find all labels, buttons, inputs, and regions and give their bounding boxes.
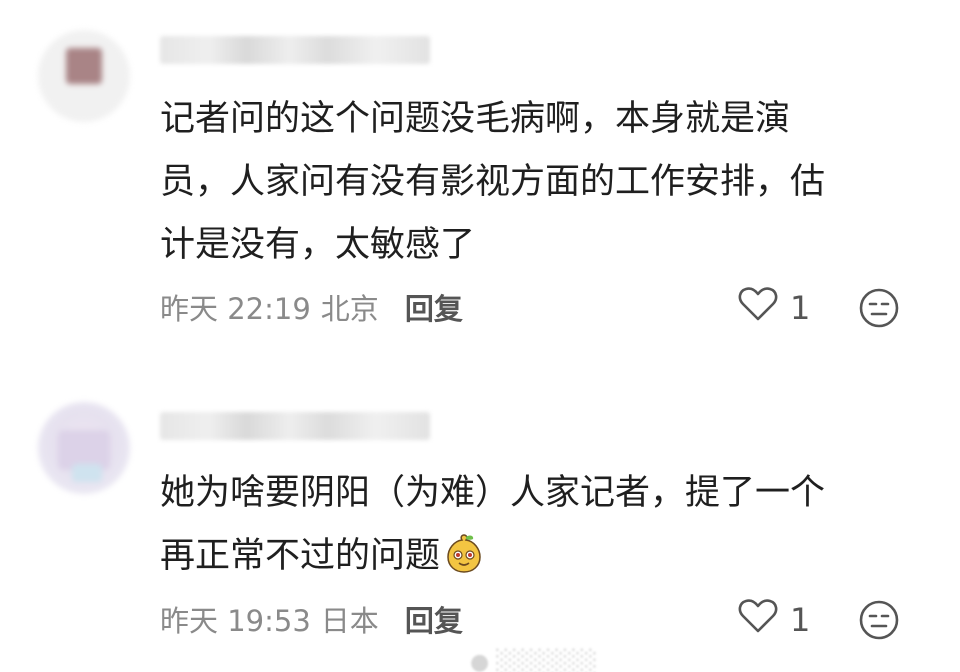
like-button[interactable]: 1 [738,286,810,330]
heart-icon [738,598,790,642]
comment-line: 再正常不过的问题 [160,525,900,594]
avatar[interactable] [38,30,130,122]
reply-button[interactable]: 回复 [405,598,463,640]
comment-time: 昨天 22:19 [160,292,311,326]
comment-location: 北京 [320,292,379,326]
emoji-reaction-button[interactable] [858,599,900,645]
like-count: 1 [790,601,811,639]
emoji-reaction-button[interactable] [858,287,900,333]
comment-feed: 记者问的这个问题没毛病啊，本身就是演 员，人家问有没有影视方面的工作安排，估 计… [0,0,960,672]
like-button[interactable]: 1 [738,598,810,642]
heart-icon [738,286,790,330]
comment-time: 昨天 19:53 [160,604,311,638]
comment-line: 她为啥要阴阳（为难）人家记者，提了一个 [160,473,826,513]
like-count: 1 [790,289,811,327]
reply-button[interactable]: 回复 [405,286,463,328]
expressionless-face-icon [858,288,900,333]
gourd-emoji-icon [444,531,484,594]
comment-meta: 昨天 19:53 日本 回复 [160,598,463,640]
comment-text: 她为啥要阴阳（为难）人家记者，提了一个 再正常不过的问题 [160,462,900,594]
expressionless-face-icon [858,600,900,645]
comment-line: 记者问的这个问题没毛病啊，本身就是演 [160,99,791,139]
comment-line: 员，人家问有没有影视方面的工作安排，估 [160,162,826,202]
username-blurred[interactable] [160,36,430,64]
avatar[interactable] [38,402,130,494]
comment-line: 计是没有，太敏感了 [160,225,476,265]
comment-meta: 昨天 22:19 北京 回复 [160,286,463,328]
comment-text: 记者问的这个问题没毛病啊，本身就是演 员，人家问有没有影视方面的工作安排，估 计… [160,88,900,277]
watermark: ● ░░░░░░ [470,650,598,672]
username-blurred[interactable] [160,412,430,440]
comment-location: 日本 [320,604,379,638]
